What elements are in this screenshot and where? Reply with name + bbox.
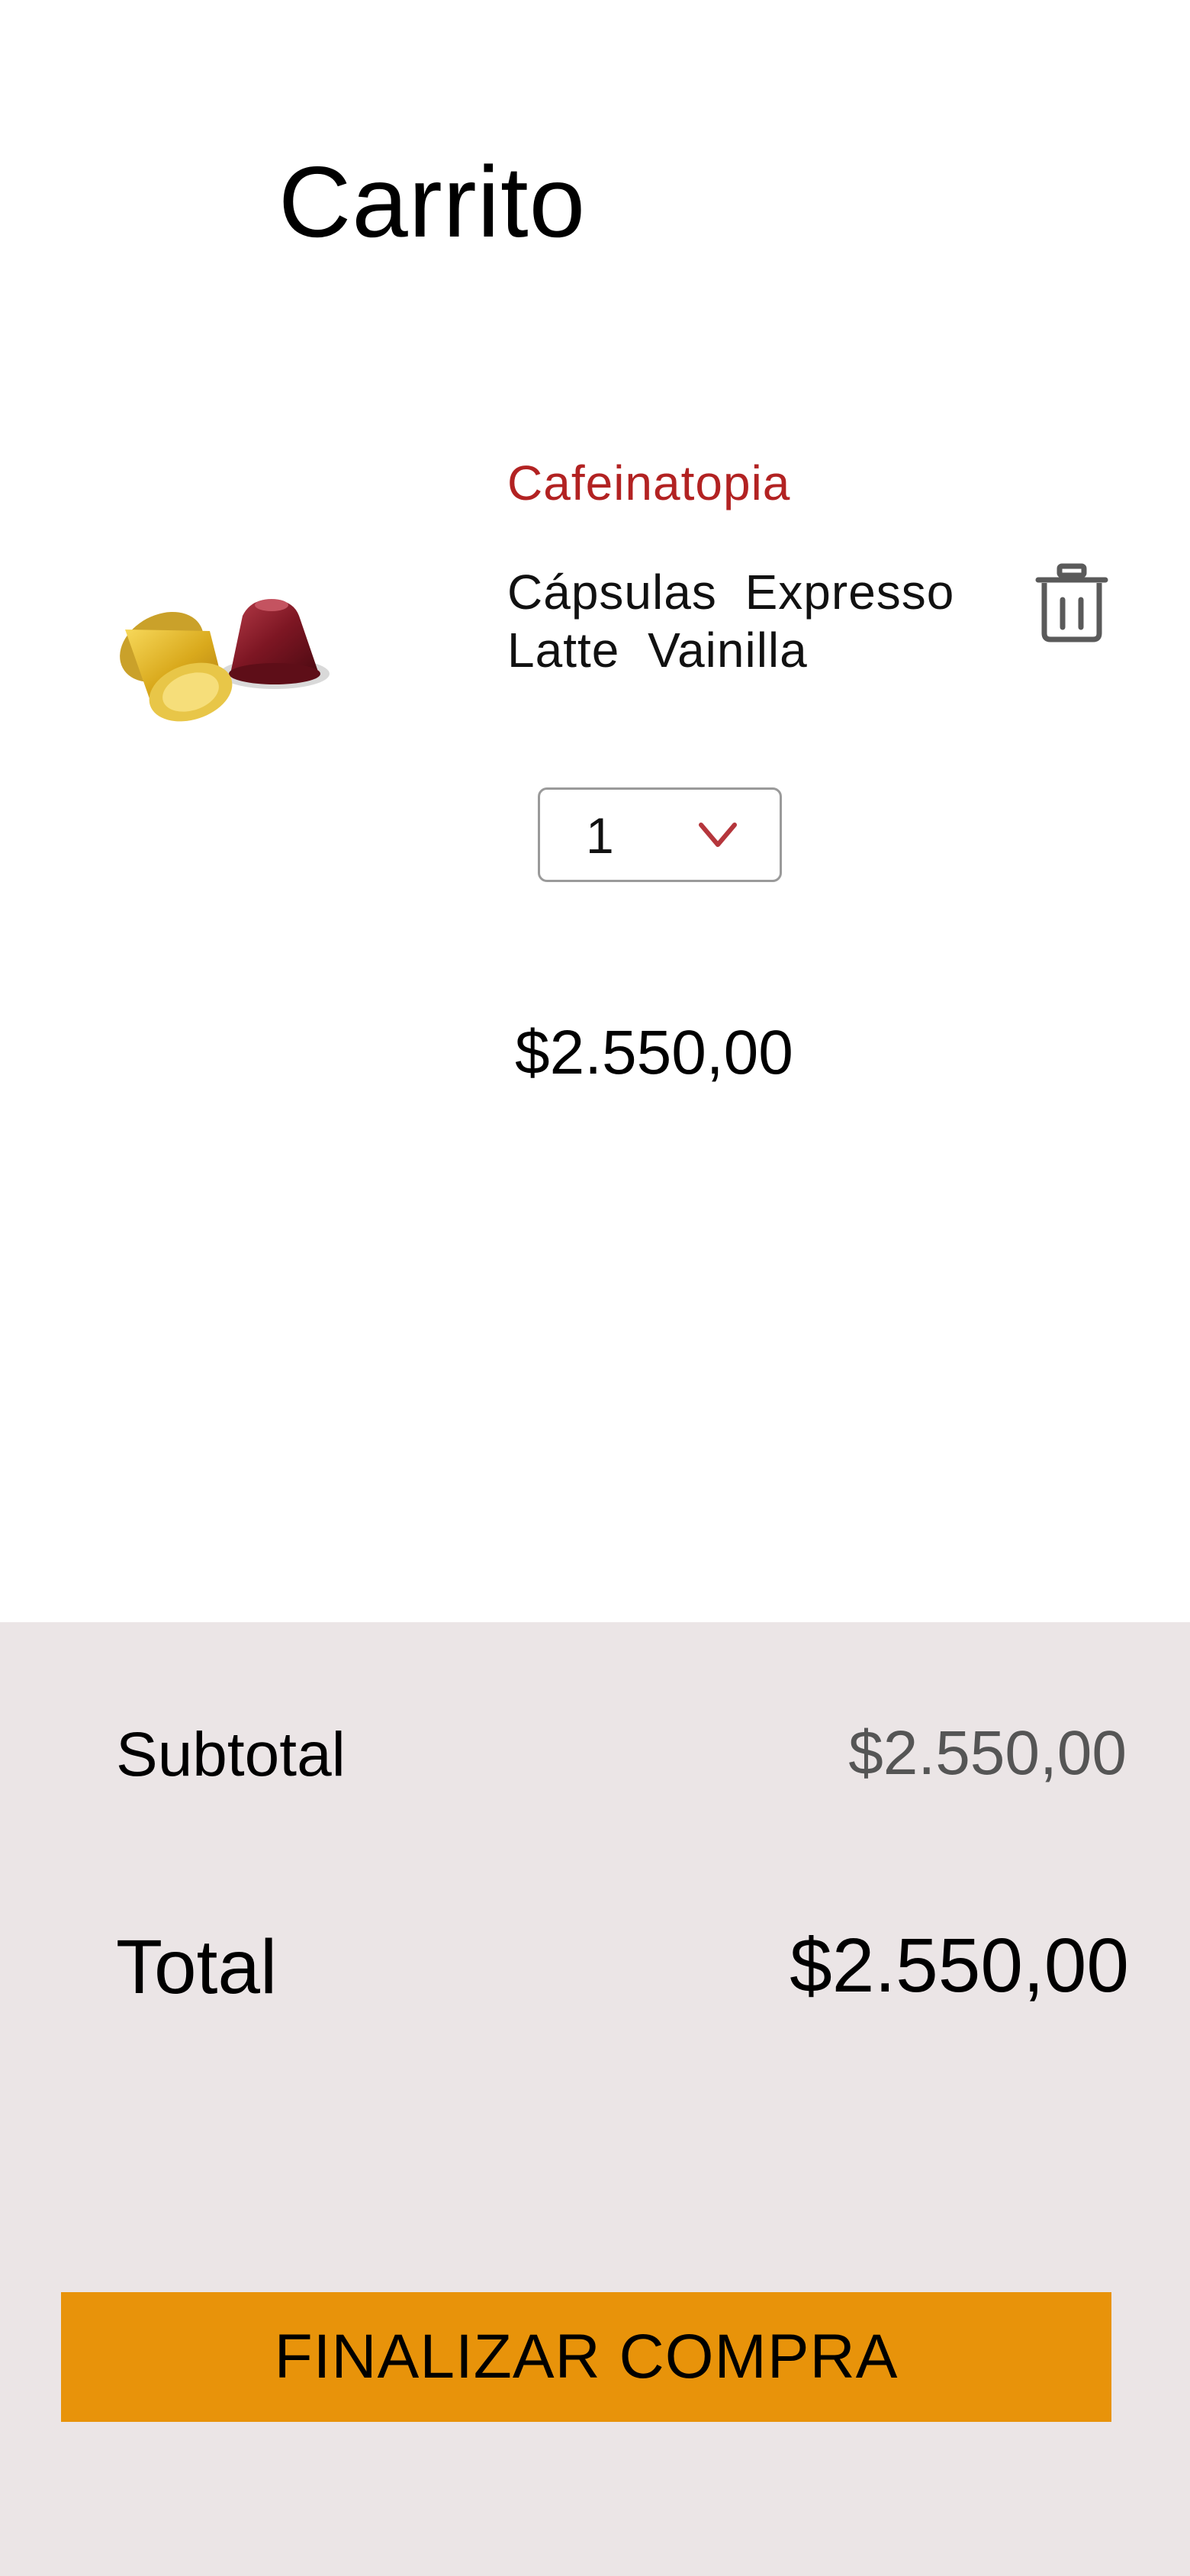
product-brand: Cafeinatopia [507, 456, 791, 510]
chevron-down-icon [698, 822, 738, 852]
subtotal-label: Subtotal [116, 1720, 346, 1789]
coffee-capsules-image [120, 599, 330, 722]
total-value: $2.550,00 [790, 1923, 1129, 2008]
item-price: $2.550,00 [515, 1018, 793, 1087]
trash-icon [1035, 563, 1108, 642]
page-title: Carrito [278, 146, 587, 258]
quantity-value: 1 [586, 807, 614, 864]
quantity-select[interactable]: 1 [538, 787, 782, 882]
delete-item-button[interactable] [1026, 557, 1118, 649]
total-label: Total [116, 1924, 278, 2010]
checkout-button[interactable]: FINALIZAR COMPRA [61, 2292, 1111, 2422]
product-name[interactable]: Cápsulas Expresso Latte Vainilla [507, 563, 980, 679]
subtotal-value: $2.550,00 [848, 1718, 1127, 1788]
product-image[interactable] [92, 576, 351, 744]
